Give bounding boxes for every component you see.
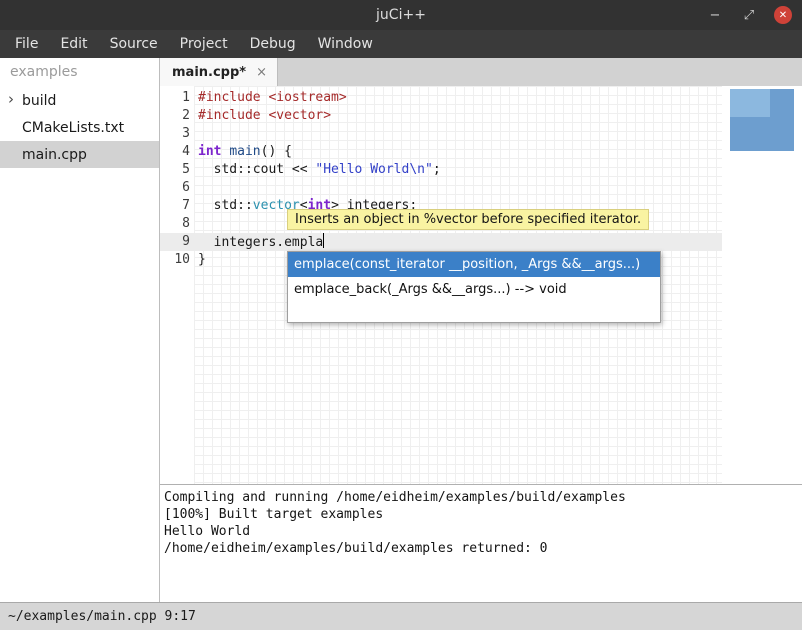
autocomplete-popup: emplace(const_iterator __position, _Args…: [287, 251, 661, 323]
line-number: 1: [160, 89, 190, 107]
code-area[interactable]: #include <iostream>#include <vector> int …: [198, 86, 722, 269]
status-bar: ~/examples/main.cpp 9:17: [0, 602, 802, 630]
maximize-button[interactable]: ⤢: [740, 6, 758, 24]
title-bar: juCi++ − ⤢ ✕: [0, 0, 802, 30]
close-button[interactable]: ✕: [774, 6, 792, 24]
code-line[interactable]: [198, 179, 722, 197]
output-line: [100%] Built target examples: [164, 506, 802, 523]
source-overview-strip[interactable]: [722, 86, 802, 484]
line-number: 2: [160, 107, 190, 125]
doc-tooltip: Inserts an object in %vector before spec…: [287, 209, 649, 230]
code-line[interactable]: int main() {: [198, 143, 722, 161]
popup-filler: [288, 302, 660, 322]
output-line: /home/eidheim/examples/build/examples re…: [164, 540, 802, 557]
project-name: examples: [0, 58, 159, 87]
chevron-right-icon[interactable]: ›: [8, 90, 14, 108]
minimize-button[interactable]: −: [706, 6, 724, 24]
output-line: Hello World: [164, 523, 802, 540]
tree-item-build[interactable]: › build: [0, 87, 159, 114]
completion-item[interactable]: emplace_back(_Args &&__args...) --> void: [288, 277, 660, 302]
menu-item-source[interactable]: Source: [99, 32, 169, 56]
tab-close-icon[interactable]: ×: [256, 65, 267, 80]
output-console[interactable]: Compiling and running /home/eidheim/exam…: [160, 484, 802, 602]
tree-item-label: CMakeLists.txt: [22, 120, 124, 136]
code-line[interactable]: [198, 125, 722, 143]
menu-bar: FileEditSourceProjectDebugWindow: [0, 30, 802, 58]
line-number: 7: [160, 197, 190, 215]
menu-item-edit[interactable]: Edit: [49, 32, 98, 56]
tree-item-label: build: [22, 93, 56, 109]
completion-item[interactable]: emplace(const_iterator __position, _Args…: [288, 252, 660, 277]
app-window: juCi++ − ⤢ ✕ FileEditSourceProjectDebugW…: [0, 0, 802, 630]
tree-item-main-cpp[interactable]: main.cpp: [0, 141, 159, 168]
line-number: 5: [160, 161, 190, 179]
tab-bar: main.cpp* ×: [160, 58, 802, 86]
line-number-gutter: 12345678910: [160, 86, 190, 269]
line-number: 4: [160, 143, 190, 161]
file-tree-sidebar: examples › build CMakeLists.txt main.cpp: [0, 58, 160, 602]
line-number: 9: [160, 233, 190, 251]
tree-item-cmakelists-txt[interactable]: CMakeLists.txt: [0, 114, 159, 141]
line-number: 3: [160, 125, 190, 143]
code-line[interactable]: #include <iostream>: [198, 89, 722, 107]
code-line[interactable]: #include <vector>: [198, 107, 722, 125]
output-line: Compiling and running /home/eidheim/exam…: [164, 489, 802, 506]
line-number: 6: [160, 179, 190, 197]
menu-item-file[interactable]: File: [4, 32, 49, 56]
tab-main-cpp[interactable]: main.cpp* ×: [160, 58, 278, 86]
line-number: 10: [160, 251, 190, 269]
source-map-block-highlight: [730, 89, 770, 117]
text-cursor: [323, 233, 324, 248]
status-file-position: ~/examples/main.cpp 9:17: [8, 609, 196, 624]
tab-label: main.cpp*: [172, 65, 246, 80]
line-number: 8: [160, 215, 190, 233]
menu-item-window[interactable]: Window: [307, 32, 384, 56]
code-line[interactable]: integers.empla: [198, 233, 722, 251]
window-title: juCi++: [376, 7, 426, 23]
menu-item-project[interactable]: Project: [169, 32, 239, 56]
window-controls: − ⤢ ✕: [706, 0, 792, 30]
code-line[interactable]: std::cout << "Hello World\n";: [198, 161, 722, 179]
tree-item-label: main.cpp: [22, 147, 87, 163]
menu-item-debug[interactable]: Debug: [239, 32, 307, 56]
file-tree: › build CMakeLists.txt main.cpp: [0, 87, 159, 168]
